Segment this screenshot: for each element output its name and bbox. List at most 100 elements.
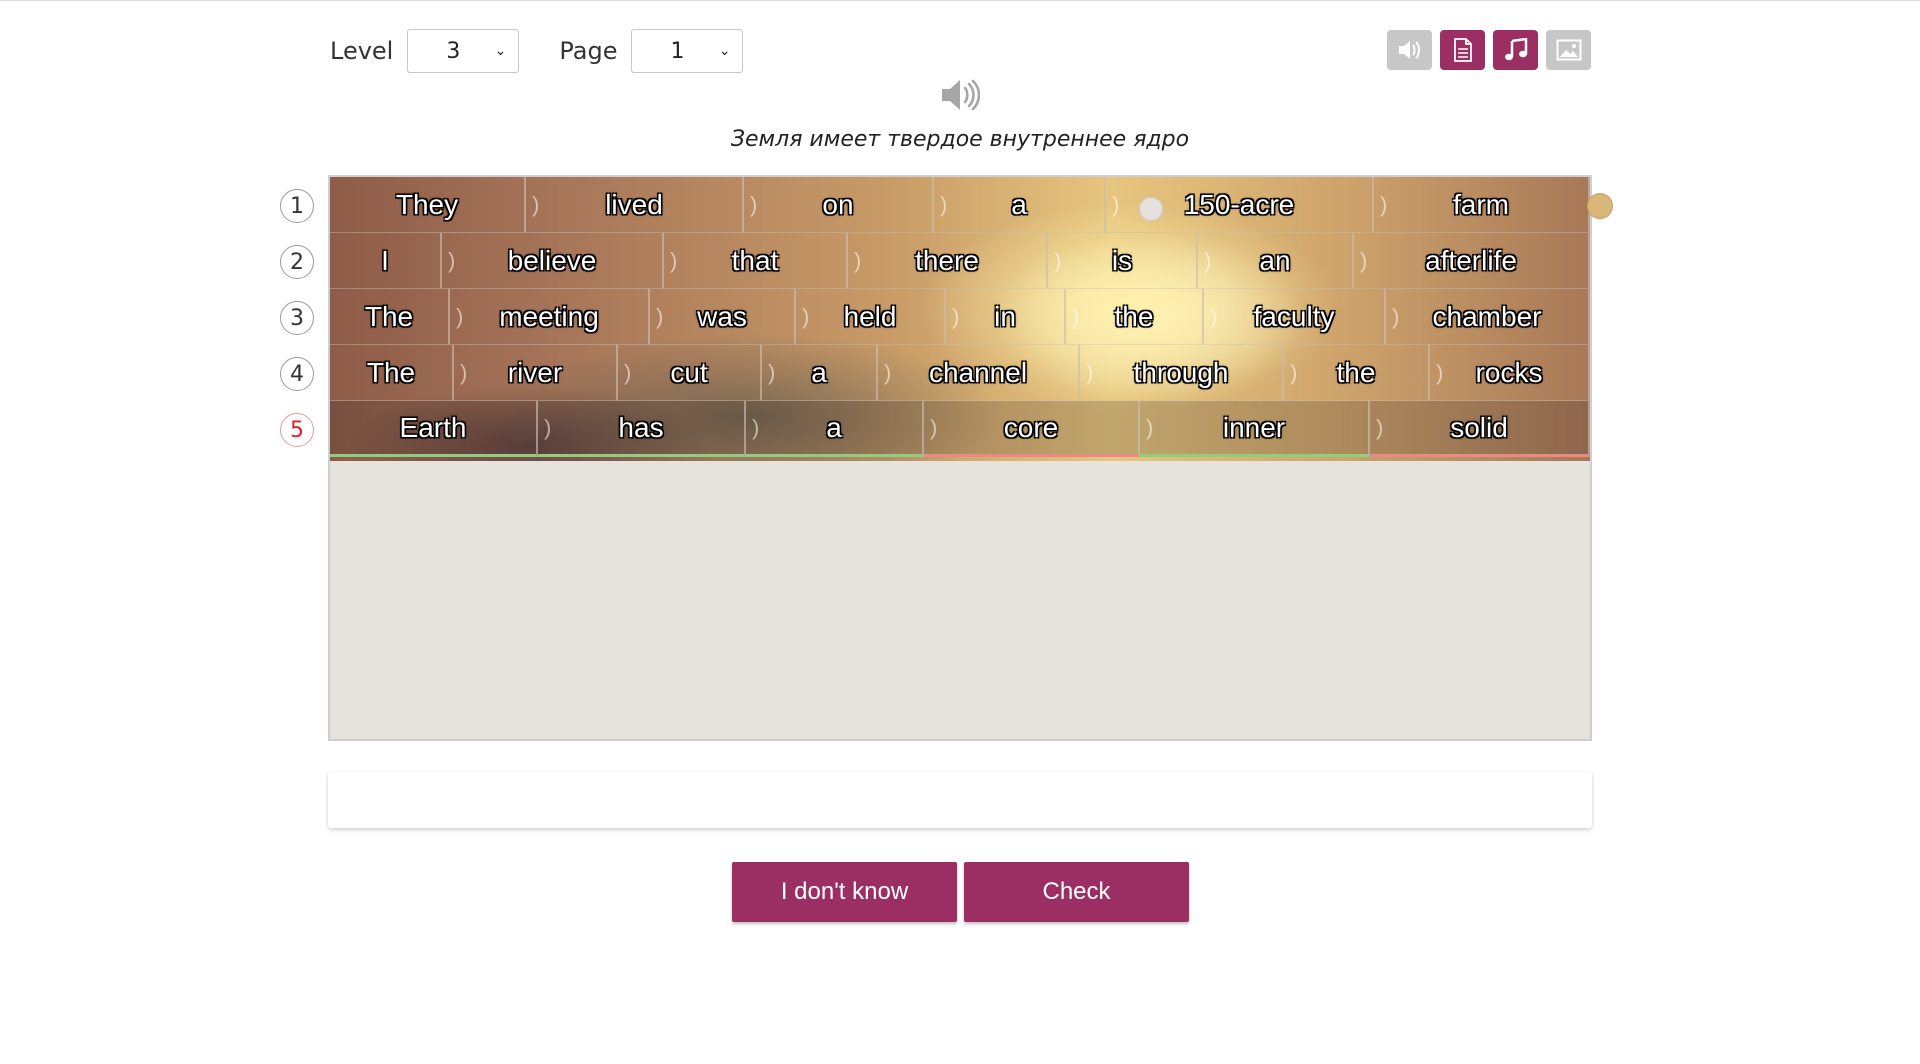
word-text: chamber xyxy=(1432,300,1542,332)
word-piece: ) on xyxy=(744,177,934,233)
puzzle-tab: ) xyxy=(802,303,810,329)
level-select[interactable]: 3 ⌄ xyxy=(407,29,520,73)
puzzle-tab: ) xyxy=(448,247,456,273)
answer-field[interactable] xyxy=(328,772,1592,828)
word-text: believe xyxy=(507,244,597,276)
line-number: 3 xyxy=(280,301,314,335)
word-text: The xyxy=(364,300,414,332)
word-text: a xyxy=(826,411,842,443)
action-buttons: I don't know Check xyxy=(732,862,1189,922)
word-text: rocks xyxy=(1475,356,1543,388)
document-icon xyxy=(1453,38,1472,62)
word-piece: They xyxy=(330,177,526,233)
word-piece[interactable]: Earth xyxy=(330,401,538,457)
word-piece: ) afterlife xyxy=(1354,233,1590,289)
word-text: cut xyxy=(670,356,708,388)
word-text: in xyxy=(994,300,1016,332)
word-piece: ) a xyxy=(762,345,878,401)
word-piece: ) farm xyxy=(1374,177,1590,233)
drop-marker xyxy=(1139,197,1163,221)
word-piece: ) an xyxy=(1198,233,1354,289)
word-piece[interactable]: ) core xyxy=(924,401,1140,457)
play-sentence-button[interactable] xyxy=(940,77,981,113)
puzzle-tab: ) xyxy=(1204,247,1212,273)
word-piece: ) river xyxy=(454,345,618,401)
page-value: 1 xyxy=(670,38,685,64)
sound-toggle-button[interactable] xyxy=(1387,30,1432,70)
puzzle-tab: ) xyxy=(930,414,938,440)
drop-marker xyxy=(1587,193,1613,219)
speaker-icon xyxy=(942,79,981,111)
puzzle-tab: ) xyxy=(768,359,776,385)
word-text: Earth xyxy=(399,411,467,443)
word-text: the xyxy=(1336,356,1376,388)
level-label: Level xyxy=(330,37,394,65)
line-number: 1 xyxy=(280,189,314,223)
word-text: core xyxy=(1003,411,1059,443)
puzzle-tab: ) xyxy=(544,414,552,440)
word-text: an xyxy=(1259,244,1291,276)
word-text: was xyxy=(697,300,747,332)
word-text: a xyxy=(1011,188,1027,220)
word-piece[interactable]: ) solid xyxy=(1370,401,1590,457)
translation-toggle-button[interactable] xyxy=(1440,30,1485,70)
puzzle-tab: ) xyxy=(670,247,678,273)
word-piece: The xyxy=(330,345,454,401)
level-value: 3 xyxy=(446,38,461,64)
word-piece: ) that xyxy=(664,233,848,289)
chevron-down-icon: ⌄ xyxy=(494,43,507,59)
word-piece: ) was xyxy=(650,289,796,345)
audio-hint-toggle-button[interactable] xyxy=(1493,30,1538,70)
check-button[interactable]: Check xyxy=(964,862,1189,922)
puzzle-tab: ) xyxy=(460,359,468,385)
puzzle-tab: ) xyxy=(1112,191,1120,217)
chevron-down-icon: ⌄ xyxy=(718,43,731,59)
image-icon xyxy=(1556,39,1581,61)
word-piece: I xyxy=(330,233,442,289)
puzzle-tab: ) xyxy=(656,303,664,329)
puzzle-tab: ) xyxy=(1210,303,1218,329)
puzzle-tab: ) xyxy=(1392,303,1400,329)
word-piece: ) lived xyxy=(526,177,744,233)
dont-know-button[interactable]: I don't know xyxy=(732,862,957,922)
puzzle-board[interactable]: They) lived) on) a) 150-acre) farm I) believe) t… xyxy=(328,175,1613,741)
sound-toggle-icon xyxy=(1398,41,1420,59)
word-piece: ) in xyxy=(946,289,1066,345)
word-text: through xyxy=(1133,356,1229,388)
word-text: afterlife xyxy=(1425,244,1517,276)
image-hint-toggle-button[interactable] xyxy=(1546,30,1591,70)
word-piece[interactable]: ) has xyxy=(538,401,746,457)
line-number: 5 xyxy=(280,413,314,447)
word-text: lived xyxy=(605,188,663,220)
word-piece: ) through xyxy=(1080,345,1284,401)
puzzle-tab: ) xyxy=(1380,191,1388,217)
puzzle-tab: ) xyxy=(1054,247,1062,273)
page-select[interactable]: 1 ⌄ xyxy=(631,29,744,73)
word-text: a xyxy=(811,356,827,388)
puzzle-tab: ) xyxy=(1376,414,1384,440)
word-text: meeting xyxy=(499,300,599,332)
word-text: 150-acre xyxy=(1183,188,1295,220)
word-text: solid xyxy=(1450,411,1508,443)
puzzle-tab: ) xyxy=(940,191,948,217)
puzzle-tab: ) xyxy=(752,414,760,440)
word-piece[interactable]: ) a xyxy=(746,401,924,457)
music-note-icon xyxy=(1504,38,1527,61)
word-text: channel xyxy=(928,356,1028,388)
word-piece: ) there xyxy=(848,233,1048,289)
word-text: inner xyxy=(1222,411,1286,443)
level-page-controls: Level 3 ⌄ Page 1 ⌄ xyxy=(330,29,783,73)
puzzle-tab: ) xyxy=(456,303,464,329)
current-sentence-row[interactable]: Earth) has) a) core) inner) solid xyxy=(330,401,1590,457)
puzzle-tab: ) xyxy=(884,359,892,385)
word-text: They xyxy=(395,188,459,220)
word-piece: ) channel xyxy=(878,345,1080,401)
word-piece: ) believe xyxy=(442,233,664,289)
word-text: on xyxy=(822,188,854,220)
word-piece[interactable]: ) inner xyxy=(1140,401,1370,457)
word-text: river xyxy=(507,356,563,388)
word-piece: ) held xyxy=(796,289,946,345)
puzzle-tab: ) xyxy=(1360,247,1368,273)
word-text: there xyxy=(915,244,979,276)
puzzle-tab: ) xyxy=(854,247,862,273)
